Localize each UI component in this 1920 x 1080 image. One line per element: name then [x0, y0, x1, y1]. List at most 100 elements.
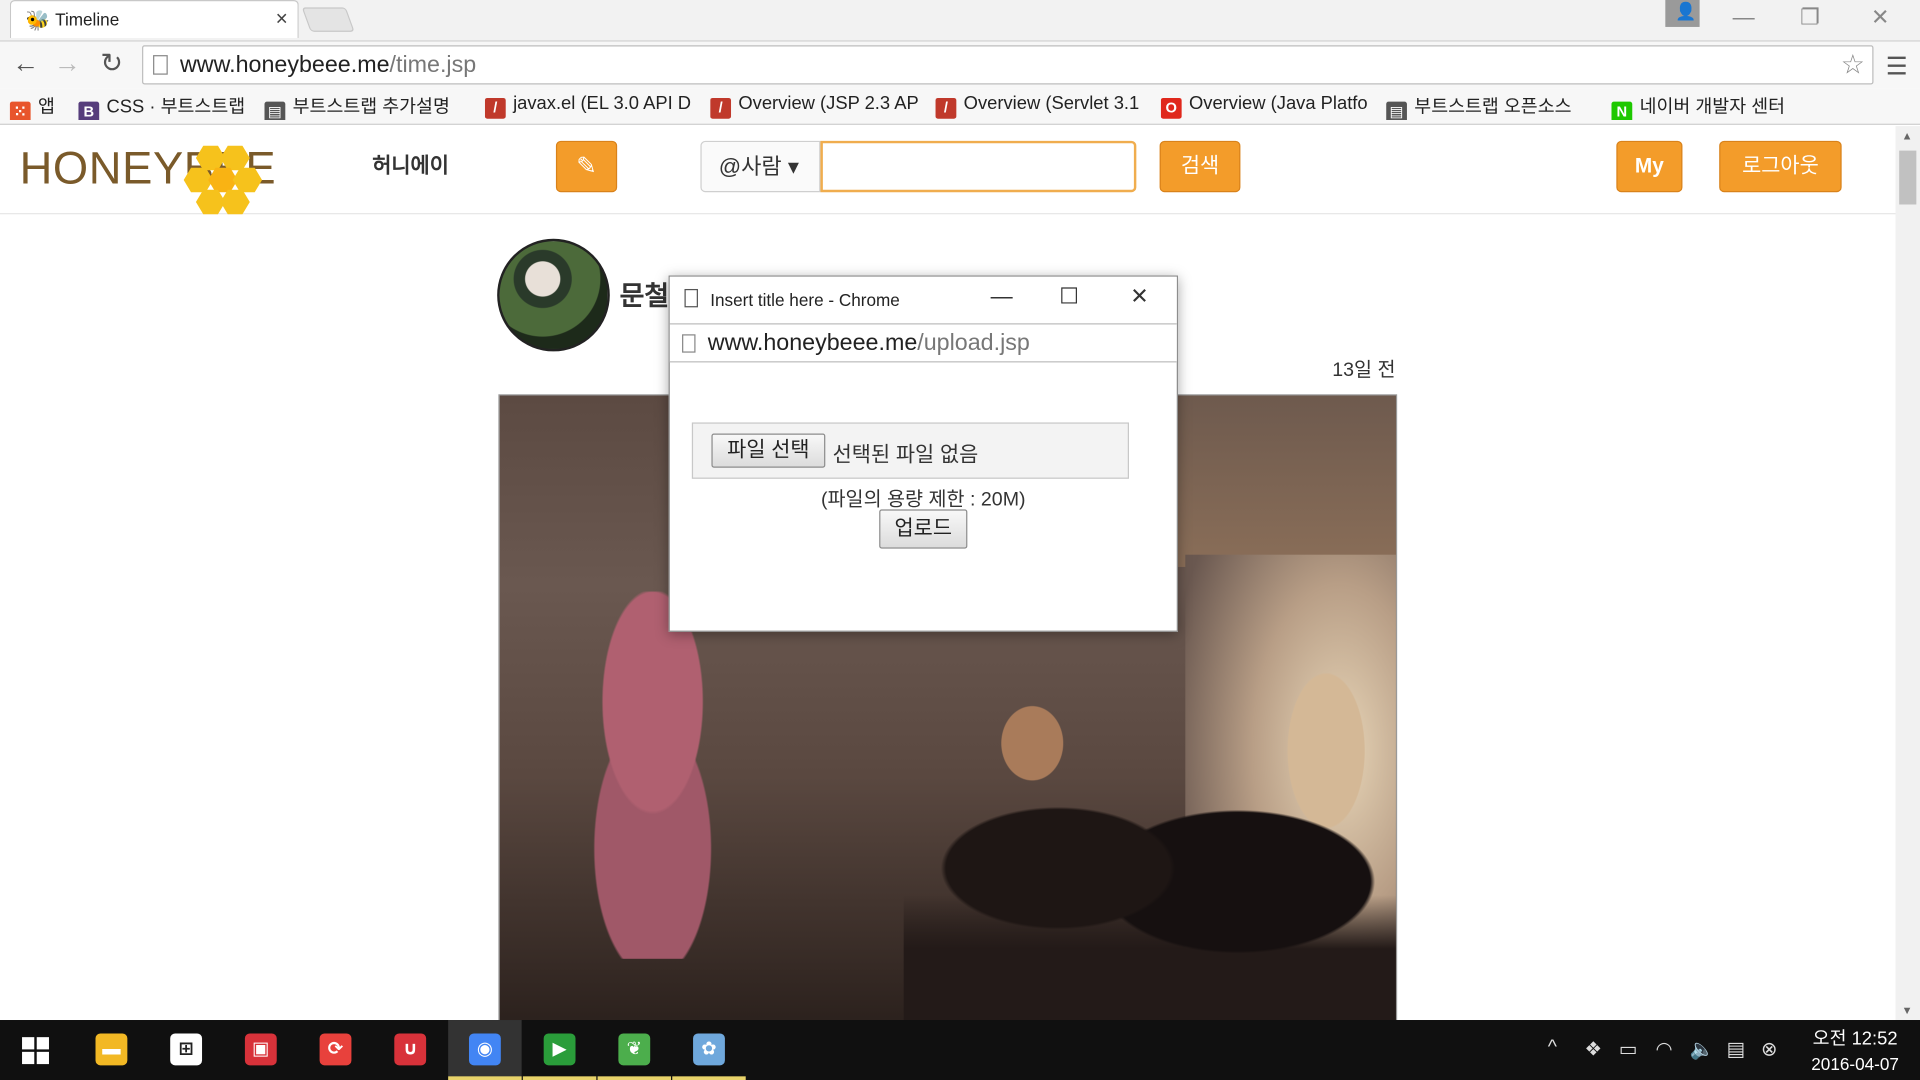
post-timestamp: 13일 전	[1332, 360, 1396, 381]
site-name[interactable]: 허니에이	[372, 148, 449, 179]
oracle-icon: O	[1160, 97, 1182, 119]
bookmark-star-icon[interactable]: ☆	[1841, 49, 1865, 81]
upload-popup-window: Insert title here - Chrome — ☐ ✕ www.hon…	[668, 275, 1178, 632]
magnet-icon: ∪	[394, 1033, 427, 1066]
scroll-down-icon[interactable]: ▼	[1902, 1004, 1913, 1016]
chrome-menu-icon[interactable]: ☰	[1886, 51, 1908, 82]
system-clock[interactable]: 오전 12:52 2016-04-07	[1800, 1025, 1910, 1074]
windows-logo-icon	[22, 1037, 49, 1065]
page-icon	[153, 55, 168, 75]
tab-timeline[interactable]: 🐝 Timeline ×	[9, 0, 299, 38]
tab-title: Timeline	[55, 9, 120, 30]
new-tab-button[interactable]	[301, 7, 355, 32]
honeybee-favicon-icon: 🐝	[25, 11, 51, 32]
popup-minimize-icon[interactable]: —	[991, 284, 1013, 310]
bookmark-item[interactable]: ▤ 부트스트랩 오픈소스	[1386, 93, 1592, 121]
honeybee-logo[interactable]: HONEYBEE	[20, 133, 276, 215]
bookmark-item[interactable]: / Overview (JSP 2.3 AP	[710, 93, 918, 120]
logout-button[interactable]: 로그아웃	[1719, 140, 1842, 193]
browser-tabstrip: 🐝 Timeline × 👤 — ❐ ✕	[0, 0, 1920, 42]
page-scrollbar[interactable]: ▲ ▼	[1895, 126, 1920, 1021]
file-explorer-icon: ▬	[95, 1033, 128, 1066]
taskbar-app[interactable]: ◉	[448, 1020, 522, 1080]
window-restore-icon[interactable]: ❐	[1800, 5, 1820, 31]
battery-icon[interactable]: ▭	[1619, 1037, 1638, 1061]
java-doc-icon: /	[484, 97, 506, 119]
taskbar-app[interactable]: ▣	[224, 1020, 297, 1080]
upload-button[interactable]: 업로드	[879, 509, 968, 549]
volume-icon[interactable]: 🔈	[1690, 1037, 1714, 1061]
bookmark-label: 부트스트랩 추가설명	[292, 96, 450, 118]
taskbar-app[interactable]: ∪	[373, 1020, 446, 1080]
sync-icon: ⟳	[319, 1033, 352, 1066]
popup-address: www.honeybeee.me/upload.jsp	[669, 323, 1177, 363]
bootstrap-icon: B	[78, 101, 100, 121]
bookmark-label: Overview (Servlet 3.1	[963, 93, 1140, 114]
tray-chevron-icon[interactable]: ^	[1548, 1037, 1557, 1059]
taskbar-app[interactable]: ❦	[597, 1020, 672, 1080]
taskbar-app[interactable]: ✿	[672, 1020, 746, 1080]
scroll-up-icon[interactable]: ▲	[1902, 130, 1913, 142]
app-red-icon: ▣	[244, 1033, 277, 1066]
bookmark-label: 앱	[37, 96, 55, 118]
people-silhouettes	[903, 787, 1396, 1030]
start-button[interactable]	[0, 1020, 73, 1080]
search-input[interactable]	[820, 140, 1137, 193]
taskbar-app[interactable]: ⟳	[299, 1020, 372, 1080]
my-button[interactable]: My	[1616, 140, 1683, 193]
forward-arrow-icon[interactable]: →	[54, 48, 81, 80]
browser-toolbar: ← → ↻ www.honeybeee.me/time.jsp ☆ ☰	[0, 41, 1920, 89]
bookmark-item[interactable]: / Overview (Servlet 3.1	[935, 93, 1144, 120]
bookmark-item[interactable]: N 네이버 개발자 센터	[1611, 93, 1831, 121]
notifications-icon[interactable]: ▤	[1727, 1037, 1746, 1061]
popup-titlebar[interactable]: Insert title here - Chrome — ☐ ✕	[669, 276, 1177, 324]
author-avatar[interactable]	[497, 238, 610, 352]
site-header: HONEYBEE 허니에이 ✎ @사람 ▾ 검색 My 로그아웃	[0, 126, 1896, 215]
file-status-text: 선택된 파일 없음	[832, 443, 979, 467]
popup-close-icon[interactable]: ✕	[1130, 284, 1148, 310]
user-profile-icon[interactable]: 👤	[1665, 0, 1700, 27]
bookmark-label: javax.el (EL 3.0 API D	[513, 93, 692, 114]
taskbar-app[interactable]: ⊞	[149, 1020, 222, 1080]
popup-maximize-icon[interactable]: ☐	[1059, 284, 1079, 310]
file-input: 파일 선택 선택된 파일 없음	[691, 422, 1129, 479]
tab-close-icon[interactable]: ×	[276, 7, 288, 31]
taskbar-app[interactable]: ▬	[75, 1020, 148, 1080]
bookmark-label: 부트스트랩 오픈소스	[1414, 96, 1572, 118]
window-minimize-icon[interactable]: —	[1733, 5, 1755, 31]
back-arrow-icon[interactable]: ←	[12, 48, 39, 80]
java-doc-icon: /	[710, 97, 732, 119]
bookmark-label: 네이버 개발자 센터	[1639, 96, 1786, 118]
bookmark-item[interactable]: / javax.el (EL 3.0 API D	[484, 93, 693, 120]
popup-url: www.honeybeee.me/upload.jsp	[707, 330, 1030, 357]
pencil-icon: ✎	[576, 153, 597, 181]
post-author-name[interactable]: 문철	[620, 274, 670, 313]
reload-icon[interactable]: ↻	[100, 48, 123, 80]
write-post-button[interactable]: ✎	[555, 140, 618, 193]
store-icon: ⊞	[170, 1033, 203, 1066]
address-url[interactable]: www.honeybeee.me/time.jsp	[180, 53, 476, 80]
bookmark-item[interactable]: ▤ 부트스트랩 추가설명	[264, 93, 475, 121]
ime-status-icon[interactable]: ⊗	[1761, 1037, 1777, 1061]
bookmark-item[interactable]: B CSS · 부트스트랩	[78, 93, 249, 121]
apps-grid-icon: ⁙	[9, 101, 31, 121]
paint-icon: ✿	[693, 1033, 725, 1066]
search-category-dropdown[interactable]: @사람 ▾	[700, 140, 821, 193]
size-limit-note: (파일의 용량 제한 : 20M)	[820, 489, 1026, 511]
bookmark-label: Overview (Java Platfo	[1188, 93, 1368, 114]
bookmark-item[interactable]: ⁙ 앱	[9, 93, 69, 121]
choose-file-button[interactable]: 파일 선택	[711, 433, 826, 468]
window-close-icon[interactable]: ✕	[1871, 5, 1889, 31]
media-player-icon: ▶	[543, 1033, 576, 1066]
bookmark-item[interactable]: O Overview (Java Platfo	[1160, 93, 1369, 120]
dropbox-icon[interactable]: ❖	[1585, 1037, 1603, 1061]
taskbar-app[interactable]: ▶	[522, 1020, 597, 1080]
search-button[interactable]: 검색	[1159, 140, 1241, 193]
address-bar[interactable]: www.honeybeee.me/time.jsp ☆	[142, 45, 1874, 85]
bookmark-label: CSS · 부트스트랩	[106, 96, 246, 118]
wifi-icon[interactable]: ◠	[1656, 1037, 1673, 1061]
page-icon	[682, 334, 696, 353]
honeycomb-icon	[183, 145, 263, 215]
naver-icon: N	[1611, 101, 1633, 121]
scrollbar-thumb[interactable]	[1899, 150, 1917, 205]
